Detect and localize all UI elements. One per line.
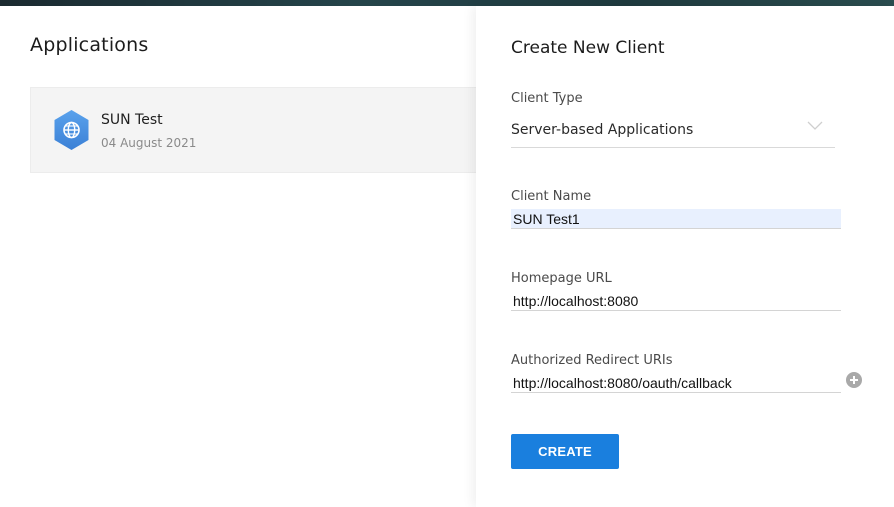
application-name: SUN Test: [101, 112, 163, 128]
application-card[interactable]: SUN Test 04 August 2021: [30, 87, 476, 173]
client-type-value: Server-based Applications: [511, 122, 694, 138]
globe-icon: [54, 110, 89, 150]
client-type-label: Client Type: [511, 91, 583, 106]
client-name-field[interactable]: [511, 209, 841, 229]
homepage-url-label: Homepage URL: [511, 271, 612, 286]
create-client-panel: Create New Client Client Type Server-bas…: [476, 6, 894, 507]
redirect-uri-field[interactable]: [511, 373, 841, 393]
page-title: Applications: [30, 34, 149, 56]
client-name-label: Client Name: [511, 189, 592, 204]
homepage-url-field[interactable]: [511, 291, 841, 311]
chevron-down-icon: [807, 121, 823, 130]
add-redirect-uri-icon[interactable]: [846, 372, 862, 388]
panel-title: Create New Client: [511, 38, 665, 58]
applications-pane: Applications SUN Test 04 August 2021: [0, 6, 476, 507]
application-date: 04 August 2021: [101, 136, 197, 150]
create-button[interactable]: CREATE: [511, 434, 619, 469]
redirect-uris-label: Authorized Redirect URIs: [511, 353, 673, 368]
client-type-select[interactable]: Server-based Applications: [511, 114, 835, 148]
